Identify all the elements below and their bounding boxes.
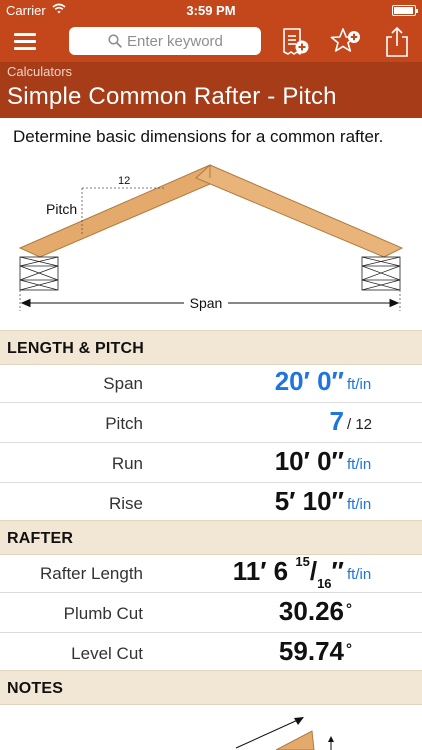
search-box[interactable] (69, 27, 261, 55)
pitch-label: Pitch (46, 201, 77, 217)
run-unit-toggle[interactable]: ft/in (347, 456, 371, 473)
span-value[interactable]: 20′ 0″ (275, 366, 344, 397)
plumb-cut-row: Plumb Cut 30.26 ° (0, 593, 422, 633)
status-bar: Carrier 3:59 PM (0, 0, 422, 22)
degree-unit: ° (346, 601, 352, 618)
title-bar: Calculators Simple Common Rafter - Pitch (0, 62, 422, 118)
rafter-length-label: Rafter Length (39, 564, 143, 583)
run-value: 10′ 0″ (274, 446, 344, 476)
section-rafter: RAFTER (0, 520, 422, 555)
page-title: Simple Common Rafter - Pitch (7, 83, 337, 110)
nav-bar (0, 22, 422, 62)
menu-icon[interactable] (14, 33, 36, 51)
span-label: Span (190, 295, 223, 311)
run-label: Run (111, 454, 143, 473)
add-receipt-icon[interactable] (279, 26, 311, 58)
pitch-run-label: 12 (118, 175, 130, 187)
level-cut-row: Level Cut 59.74 ° (0, 633, 422, 673)
degree-unit: ° (346, 641, 352, 658)
rafter-beams (18, 164, 404, 258)
pitch-label: Pitch (105, 414, 143, 433)
rise-label: Rise (108, 494, 143, 513)
notes-diagram (235, 717, 334, 750)
battery-icon (392, 5, 418, 16)
battery-level (394, 7, 413, 14)
clock: 3:59 PM (186, 3, 236, 18)
run-row: Run 10′ 0″ ft/in (0, 443, 422, 483)
pitch-row[interactable]: Pitch 7 / 12 (0, 403, 422, 443)
left-wall (19, 256, 59, 291)
description: Determine basic dimensions for a common … (13, 127, 384, 146)
rise-unit-toggle[interactable]: ft/in (347, 496, 371, 513)
share-icon[interactable] (381, 26, 413, 58)
span-unit-toggle[interactable]: ft/in (347, 376, 371, 393)
span-label: Span (103, 374, 143, 393)
breadcrumb[interactable]: Calculators (7, 64, 72, 79)
span-row[interactable]: Span 20′ 0″ ft/in (0, 363, 422, 403)
add-favorite-icon[interactable] (329, 26, 361, 58)
rafter-length-value: 11′ 6 15/16″ (232, 554, 344, 592)
plumb-cut-label: Plumb Cut (63, 604, 143, 623)
fraction-numerator: 15 (295, 554, 310, 570)
search-input[interactable] (127, 31, 255, 51)
right-wall (361, 256, 401, 291)
rafter-diagram: Pitch 12 Span (18, 164, 404, 311)
level-cut-value: 59.74 (278, 636, 344, 666)
rise-value: 5′ 10″ (274, 486, 344, 516)
section-notes: NOTES (0, 670, 422, 705)
section-header-label: LENGTH & PITCH (7, 340, 145, 357)
plumb-cut-value: 30.26 (278, 596, 344, 626)
fraction-denominator: 16 (317, 576, 332, 592)
rafter-length-row: Rafter Length 11′ 6 15/16″ ft/in (0, 553, 422, 593)
section-header-label: NOTES (7, 680, 64, 697)
section-length-pitch: LENGTH & PITCH (0, 330, 422, 365)
rise-row: Rise 5′ 10″ ft/in (0, 483, 422, 523)
level-cut-label: Level Cut (71, 644, 143, 663)
pitch-unit: / 12 (347, 416, 373, 433)
pitch-value[interactable]: 7 (330, 406, 344, 437)
rafter-length-unit-toggle[interactable]: ft/in (347, 566, 371, 583)
section-header-label: RAFTER (7, 530, 74, 547)
search-icon (108, 34, 122, 48)
